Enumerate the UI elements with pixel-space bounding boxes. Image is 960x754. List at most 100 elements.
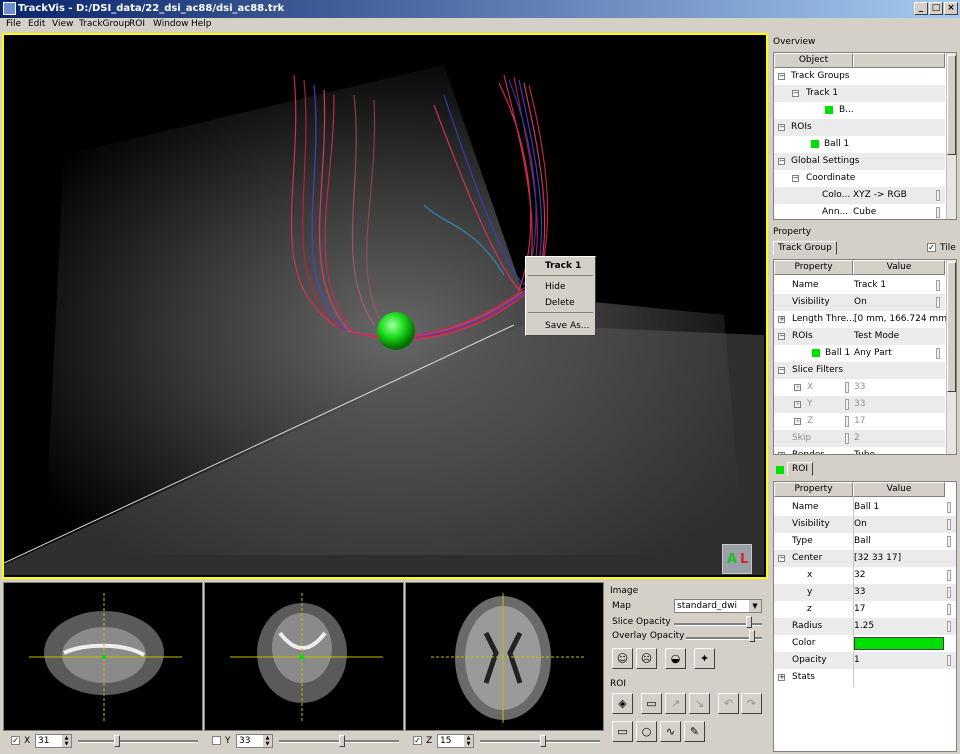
roi-row-x[interactable]: x 32	[774, 567, 956, 584]
menu-help[interactable]: Help	[191, 19, 212, 29]
menu-file[interactable]: File	[6, 19, 21, 29]
roi-property-name: Color	[792, 638, 816, 648]
coronal-thumbnail[interactable]	[204, 582, 404, 731]
roi-tool-icon[interactable]: ◈	[612, 693, 633, 714]
crosshair-icon[interactable]: ✦	[694, 648, 715, 669]
tab-roi[interactable]: ROI	[787, 462, 813, 476]
slider-z-knob[interactable]	[540, 735, 547, 747]
roi-property-name: Radius	[792, 621, 823, 631]
green-square-icon	[825, 106, 833, 114]
surface-icon[interactable]: ◒	[665, 648, 686, 669]
roi-row-center[interactable]: − Center [32 33 17]	[774, 550, 956, 567]
roi-row-y[interactable]: y 33	[774, 584, 956, 601]
overview-row-global-settings[interactable]: − Global Settings	[774, 153, 945, 170]
3d-viewport[interactable]: A L	[2, 33, 768, 579]
overview-column-object[interactable]: Object	[774, 53, 853, 68]
property-row-y[interactable]: + Y 33	[774, 396, 945, 413]
menu-view[interactable]: View	[52, 19, 73, 29]
overview-row-rois[interactable]: − ROIs	[774, 119, 945, 136]
slider-x-knob[interactable]	[114, 735, 121, 747]
property-row-name[interactable]: Name Track 1	[774, 277, 945, 294]
roi-row-type[interactable]: Type Ball	[774, 533, 956, 550]
roi-row-color[interactable]: Color	[774, 635, 956, 652]
slider-z-spinbox[interactable]: 15 ▲ ▼	[437, 734, 474, 748]
menu-window[interactable]: Window	[153, 19, 189, 29]
undo-icon[interactable]: ↶	[718, 693, 739, 714]
circle-tool-icon[interactable]: ○	[636, 721, 657, 742]
add-volume-icon[interactable]: ☺	[612, 648, 633, 669]
close-button[interactable]: ×	[944, 2, 958, 15]
roi-column-property[interactable]: Property	[774, 482, 853, 497]
roi-color-swatch-icon	[776, 466, 784, 474]
tile-checkbox[interactable]: ✓	[927, 243, 936, 252]
property-row-skip[interactable]: Skip 2	[774, 430, 945, 447]
menu-roi[interactable]: ROI	[129, 19, 145, 29]
overlay-opacity-label: Overlay Opacity	[612, 631, 685, 641]
overview-row-coordinate[interactable]: − Coordinate	[774, 170, 945, 187]
property-row-ball-1[interactable]: Ball 1 Any Part	[774, 345, 945, 362]
redo-icon[interactable]: ↷	[741, 693, 762, 714]
property-row-x[interactable]: + X 33	[774, 379, 945, 396]
property-row-z[interactable]: + Z 17	[774, 413, 945, 430]
overview-value: XYZ -> RGB	[853, 190, 907, 200]
roi-edit-icon[interactable]: ↗	[665, 693, 686, 714]
remove-volume-icon[interactable]: ☹	[636, 648, 657, 669]
roi-row-z[interactable]: z 17	[774, 601, 956, 618]
property-scrollbar[interactable]	[946, 260, 956, 454]
maximize-button[interactable]: □	[929, 2, 943, 15]
slider-x-checkbox[interactable]: ✓	[11, 736, 20, 745]
overview-row-ball-1[interactable]: Ball 1	[774, 136, 945, 153]
rectangle-tool-icon[interactable]: ▭	[612, 721, 633, 742]
slider-y-knob[interactable]	[339, 735, 346, 747]
chevron-down-icon[interactable]: ▼	[749, 600, 761, 612]
slider-x-track[interactable]	[78, 740, 198, 743]
polygon-tool-icon[interactable]: ✎	[684, 721, 705, 742]
roi-row-radius[interactable]: Radius 1.25	[774, 618, 956, 635]
tab-track-group[interactable]: Track Group	[773, 241, 837, 255]
slice-opacity-knob[interactable]	[746, 616, 753, 628]
property-column-property[interactable]: Property	[774, 260, 853, 275]
roi-color-picker[interactable]	[854, 637, 944, 650]
roi-move-icon[interactable]: ↘	[689, 693, 710, 714]
menu-edit[interactable]: Edit	[28, 19, 45, 29]
property-row-visibility[interactable]: Visibility On	[774, 294, 945, 311]
slider-y-spinbox[interactable]: 33 ▲ ▼	[236, 734, 273, 748]
roi-row-opacity[interactable]: Opacity 1	[774, 652, 956, 669]
roi-property-name: Stats	[792, 672, 815, 682]
context-menu-save-as[interactable]: Save As...	[545, 321, 589, 331]
overlay-opacity-knob[interactable]	[749, 630, 755, 642]
map-select[interactable]: standard_dwi ▼	[674, 599, 762, 613]
menu-trackgroup[interactable]: TrackGroup	[79, 19, 130, 29]
property-value: On	[854, 297, 867, 307]
slider-y-checkbox[interactable]	[212, 736, 221, 745]
overview-scrollbar[interactable]	[946, 53, 956, 219]
sagittal-thumbnail[interactable]	[3, 582, 203, 731]
minimize-button[interactable]: _	[914, 2, 928, 15]
property-name: X	[807, 382, 814, 392]
roi-property-name: z	[807, 604, 812, 614]
property-row-render[interactable]: + Render Tube	[774, 447, 945, 454]
overview-row-track-1[interactable]: − Track 1	[774, 85, 945, 102]
slider-z-checkbox[interactable]: ✓	[413, 736, 422, 745]
freehand-tool-icon[interactable]: ∿	[660, 721, 681, 742]
roi-column-value[interactable]: Value	[853, 482, 945, 497]
image-panel-title: Image	[610, 586, 639, 596]
property-row-slice-filters[interactable]: − Slice Filters	[774, 362, 945, 379]
overview-row-track-groups[interactable]: − Track Groups	[774, 68, 945, 85]
overview-row-b[interactable]: B...	[774, 102, 945, 119]
roi-row-visibility[interactable]: Visibility On	[774, 516, 956, 533]
slider-x-spinbox[interactable]: 31 ▲ ▼	[35, 734, 72, 748]
property-row-rois[interactable]: − ROIs Test Mode	[774, 328, 945, 345]
overview-row-color[interactable]: Colo... XYZ -> RGB	[774, 187, 945, 204]
property-column-value[interactable]: Value	[853, 260, 945, 275]
overview-label: Track Groups	[791, 71, 850, 81]
property-row-length[interactable]: + Length Thre... [0 mm, 166.724 mm]	[774, 311, 950, 328]
roi-select-icon[interactable]: ▭	[641, 693, 662, 714]
context-menu-delete[interactable]: Delete	[545, 298, 575, 308]
context-menu-hide[interactable]: Hide	[545, 282, 566, 292]
roi-row-name[interactable]: Name Ball 1	[774, 499, 951, 516]
roi-row-stats[interactable]: + Stats	[774, 669, 956, 686]
overview-label: ROIs	[791, 122, 812, 132]
axial-thumbnail[interactable]	[405, 582, 604, 731]
overview-row-annotation[interactable]: Ann... Cube	[774, 204, 945, 219]
